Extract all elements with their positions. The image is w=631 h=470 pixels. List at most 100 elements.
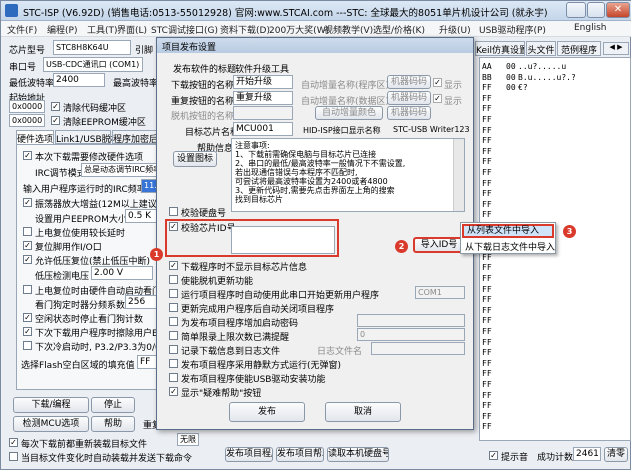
auto-serial-checkbox[interactable] [169, 289, 178, 298]
help-button[interactable]: 帮助 [91, 416, 135, 432]
tab-scroll-arrows[interactable]: ◀ ▶ [603, 42, 629, 55]
irc-mode-select[interactable]: 总是动态调节IRC频率 [81, 163, 157, 177]
reset-io-checkbox[interactable]: ✓ [23, 241, 32, 250]
note-line: 3、更新代码时,需要先点击界面左上角的搜索 [235, 186, 395, 195]
set-icon-button[interactable]: 设置图标 [173, 151, 217, 167]
clear-eeprom-checkbox[interactable]: ✓ [51, 116, 60, 125]
context-item-list-file[interactable]: 从列表文件中导入 [462, 224, 554, 238]
log-checkbox[interactable] [169, 345, 178, 354]
limit-input[interactable]: 0 [357, 328, 465, 341]
wdt-div-select[interactable]: 256 [125, 295, 157, 309]
hide-chip-info-checkbox[interactable]: ✓ [169, 261, 178, 270]
idle-wdt-checkbox[interactable]: ✓ [23, 313, 32, 322]
addr1-input[interactable]: 0x0000 [9, 100, 45, 113]
publish-button[interactable]: 发布 [229, 402, 305, 422]
read-hd-button[interactable]: 读取本机硬盘号 [327, 447, 389, 462]
offline-update-checkbox[interactable] [169, 275, 178, 284]
beep-checkbox[interactable]: ✓ [489, 451, 498, 460]
log-file-input[interactable] [371, 342, 465, 355]
tab-encrypt[interactable]: 程序加密后 [112, 130, 158, 145]
title-bar: STC-ISP (V6.92D) (销售电话:0513-55012928) 官网… [1, 1, 631, 21]
minbaud-select[interactable]: 2400 [53, 73, 105, 87]
publish-help-button[interactable]: 发布项目帮助 [276, 447, 324, 462]
stop-button[interactable]: 停止 [91, 397, 135, 413]
limit-checkbox[interactable] [169, 331, 178, 340]
lvd-voltage-select[interactable]: 2.00 V [91, 266, 153, 280]
lvd-reset-checkbox[interactable]: ✓ [23, 255, 32, 264]
menu-video[interactable]: 视频教学(V) [324, 23, 373, 36]
retry-select[interactable]: 无限 [177, 433, 199, 446]
auto-send-checkbox[interactable] [9, 452, 18, 461]
fill-select[interactable]: FF [137, 355, 157, 369]
context-item-log-file[interactable]: 从下载日志文件中导入 [465, 240, 555, 253]
machine-code-button-2[interactable]: 机器码码 [387, 91, 431, 105]
p32-checkbox[interactable] [23, 341, 32, 350]
tab-keil[interactable]: Keil仿真设置 [475, 41, 525, 56]
menu-prize[interactable]: 200万大奖(W) [269, 23, 329, 36]
close-button[interactable]: ✕ [606, 2, 630, 18]
menu-view[interactable]: 界面(L) [117, 23, 147, 36]
help-info-textarea[interactable]: 注意事项: 1、下载前需确保电脑与目标芯片已连接 2、串口的最低/最高波特率一般… [231, 138, 465, 212]
show-help-checkbox[interactable]: ✓ [169, 387, 178, 396]
password-checkbox[interactable] [169, 317, 178, 326]
irc-freq-input[interactable]: 11.059 [141, 179, 157, 193]
hex-cell: FF [482, 199, 492, 209]
modify-hw-checkbox[interactable]: ✓ [23, 151, 32, 160]
help-scrollbar[interactable] [453, 139, 464, 211]
hex-cell: FF [482, 411, 492, 421]
silent-checkbox[interactable] [169, 359, 178, 368]
publish-project-button[interactable]: 发布项目程序 [225, 447, 273, 462]
chip-select[interactable]: STC8H8K64U [53, 40, 131, 55]
machine-code-button-3[interactable]: 机器码码 [387, 106, 431, 120]
com-select[interactable]: COM1 [415, 286, 465, 299]
osc-gain-checkbox[interactable]: ✓ [23, 198, 32, 207]
verify-id-checkbox[interactable]: ✓ [169, 222, 178, 231]
repeat-name-input[interactable]: 重复升级 [233, 91, 293, 105]
app-icon [5, 4, 18, 17]
cancel-button[interactable]: 取消 [325, 402, 401, 422]
menu-select[interactable]: 选型/价格(K) [373, 23, 425, 36]
machine-code-button-1[interactable]: 机器码码 [387, 75, 431, 89]
auto-serial-label: 运行项目程序时自动使用此串口开始更新用户程序 [181, 291, 380, 301]
tab-link1[interactable]: Link1/USB脱机 [55, 130, 120, 145]
menu-program[interactable]: 编程(P) [47, 23, 77, 36]
tab-samples[interactable]: 范例程序 [557, 41, 601, 56]
menu-file[interactable]: 文件(F) [7, 23, 37, 36]
password-input[interactable] [357, 314, 465, 327]
auto-inc-color-button[interactable]: 自动增量颜色 [315, 106, 383, 120]
reload-checkbox[interactable]: ✓ [9, 438, 18, 447]
target-chip-input[interactable]: MCU001 [233, 122, 293, 136]
minimize-button[interactable] [566, 2, 586, 18]
hex-cell: BB [482, 72, 492, 82]
offline-name-input[interactable] [233, 106, 293, 120]
usb-driver-checkbox[interactable] [169, 373, 178, 382]
maximize-button[interactable] [587, 2, 605, 18]
clear-code-checkbox[interactable]: ✓ [51, 102, 60, 111]
display-checkbox-2[interactable]: ✓ [433, 94, 442, 103]
download-name-input[interactable]: 开始升级 [233, 75, 293, 89]
menu-debug[interactable]: STC调试接口(G) [151, 23, 218, 36]
download-button[interactable]: 下载/编程 [13, 397, 89, 413]
addr2-input[interactable]: 0x0000 [9, 114, 45, 127]
erase-eeprom-checkbox[interactable]: ✓ [23, 327, 32, 336]
hex-cell: FF [482, 178, 492, 188]
port-select[interactable]: USB-CDC通讯口 (COM1) [43, 57, 143, 72]
eeprom-size-select[interactable]: 0.5 K [125, 209, 157, 223]
id-list-box[interactable] [231, 226, 335, 254]
import-id-button[interactable]: 导入ID号 [413, 237, 465, 253]
hex-cell: FF [482, 380, 492, 389]
menu-download[interactable]: 资料下载(D) [220, 23, 270, 36]
clear-count-button[interactable]: 清零 [604, 447, 628, 462]
menu-usb-driver[interactable]: USB驱动程序(P) [479, 23, 546, 36]
auto-close-checkbox[interactable] [169, 303, 178, 312]
tab-header[interactable]: 头文件 [526, 41, 556, 56]
verify-hd-checkbox[interactable] [169, 207, 178, 216]
menu-tools[interactable]: 工具(T) [87, 23, 118, 36]
menu-english[interactable]: English [574, 23, 607, 33]
wdt-auto-checkbox[interactable] [23, 285, 32, 294]
tab-hardware[interactable]: 硬件选项 [16, 130, 54, 145]
long-delay-checkbox[interactable] [23, 227, 32, 236]
display-checkbox-1[interactable]: ✓ [433, 78, 442, 87]
menu-upgrade[interactable]: 升级(U) [439, 23, 471, 36]
detect-mcu-button[interactable]: 检测MCU选项 [13, 416, 89, 432]
